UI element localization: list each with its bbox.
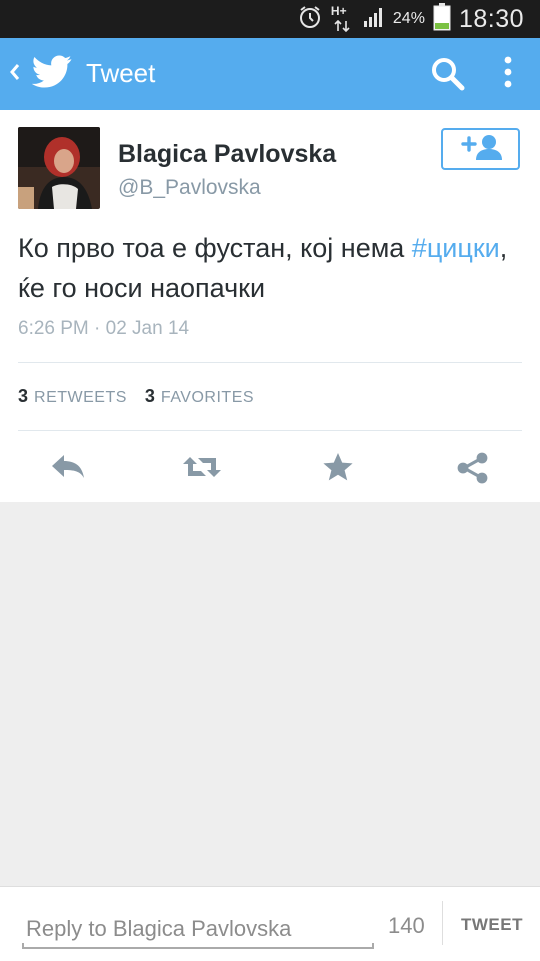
favorites-count[interactable]: 3 xyxy=(145,386,155,407)
reply-input-underline xyxy=(22,943,374,949)
back-chevron-icon[interactable] xyxy=(8,60,22,89)
search-icon[interactable] xyxy=(430,56,466,97)
tweet-timestamp: 6:26 PM · 02 Jan 14 xyxy=(18,318,190,339)
tweet-card: Blagica Pavlovska @B_Pavlovska Ко прво т… xyxy=(0,110,540,502)
network-arrows-icon: H+ xyxy=(331,4,355,34)
reply-input[interactable] xyxy=(22,911,374,947)
alarm-icon xyxy=(297,4,323,35)
tweet-stats: 3 RETWEETS 3 FAVORITES xyxy=(18,386,272,407)
hashtag-link[interactable]: #цицки xyxy=(412,233,500,263)
tweet-actions xyxy=(0,448,540,486)
avatar[interactable] xyxy=(18,127,100,209)
author-name[interactable]: Blagica Pavlovska xyxy=(118,140,336,169)
retweets-count[interactable]: 3 xyxy=(18,386,28,407)
char-counter: 140 xyxy=(388,913,425,938)
tweet-text-part1: Ко прво тоа е фустан, кој нема xyxy=(18,233,412,263)
reply-icon[interactable] xyxy=(50,452,86,487)
favorites-label[interactable]: FAVORITES xyxy=(161,389,254,407)
divider xyxy=(18,430,522,431)
app-bar: Tweet xyxy=(0,38,540,110)
tweet-text: Ко прво тоа е фустан, кој нема #цицки, ќ… xyxy=(18,228,523,308)
battery-percent: 24% xyxy=(392,10,425,27)
tweet-button[interactable]: TWEET xyxy=(452,909,532,941)
status-bar: H+ 24% 18:30 xyxy=(0,0,540,38)
author-handle[interactable]: @B_Pavlovska xyxy=(118,176,261,200)
favorite-star-icon[interactable] xyxy=(322,452,354,487)
retweet-icon[interactable] xyxy=(182,452,222,487)
twitter-bird-icon[interactable] xyxy=(31,55,72,94)
network-type-label: H+ xyxy=(330,4,347,18)
reply-bar: 140 TWEET xyxy=(0,886,540,961)
divider xyxy=(18,362,522,363)
divider xyxy=(442,901,443,945)
battery-icon xyxy=(433,2,451,36)
add-user-icon xyxy=(459,133,503,166)
overflow-menu-icon[interactable] xyxy=(502,52,514,97)
retweets-label[interactable]: RETWEETS xyxy=(34,389,127,407)
follow-button[interactable] xyxy=(441,128,520,170)
share-icon[interactable] xyxy=(456,452,490,489)
app-bar-title: Tweet xyxy=(86,58,156,88)
signal-icon xyxy=(363,6,385,33)
status-time: 18:30 xyxy=(458,4,524,33)
